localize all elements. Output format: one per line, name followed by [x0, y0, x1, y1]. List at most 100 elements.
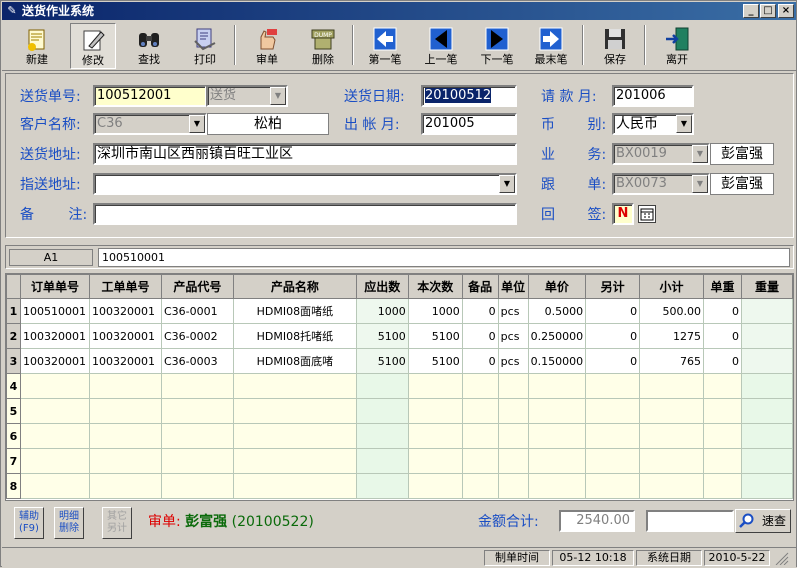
table-row[interactable]: 1 100510001 100320001 C36-0001 HDMI08面啫纸…: [6, 298, 793, 324]
cell-product-name[interactable]: HDMI08面啫纸: [233, 298, 357, 324]
first-record-button[interactable]: 第一笔: [362, 23, 408, 69]
save-button[interactable]: 保存: [592, 23, 638, 69]
request-month-field[interactable]: 201006: [612, 85, 694, 107]
cell-extra[interactable]: 0: [585, 348, 641, 374]
cell-order-no[interactable]: 100320001: [20, 348, 90, 374]
col-header[interactable]: 另计: [585, 274, 641, 299]
address-field[interactable]: 深圳市南山区西丽镇百旺工业区: [93, 143, 517, 165]
col-header[interactable]: 单价: [527, 274, 587, 299]
cell-product-code[interactable]: C36-0003: [161, 348, 234, 374]
calendar-icon[interactable]: [638, 205, 656, 223]
cell-qty[interactable]: 1000: [408, 298, 463, 324]
col-header[interactable]: 订单单号: [19, 274, 90, 299]
chevron-down-icon[interactable]: ▼: [499, 175, 515, 193]
cell-subtotal[interactable]: 500.00: [639, 298, 705, 324]
cell-spare[interactable]: 0: [462, 298, 499, 324]
delete-button[interactable]: DUMP 删除: [300, 23, 346, 69]
cell-work-no[interactable]: 100320001: [89, 323, 162, 349]
other-extra-button[interactable]: 其它另计: [102, 507, 132, 539]
cell-product-name[interactable]: HDMI08托啫纸: [233, 323, 357, 349]
cell-spare[interactable]: 0: [462, 348, 499, 374]
cell-unit-weight[interactable]: 0: [703, 348, 742, 374]
next-record-button[interactable]: 下一笔: [474, 23, 520, 69]
cell-product-name[interactable]: HDMI08面底啫: [233, 348, 357, 374]
table-row[interactable]: 5: [6, 398, 793, 424]
cell-order-no[interactable]: 100320001: [20, 323, 90, 349]
cell-work-no[interactable]: 100320001: [89, 298, 162, 324]
detail-grid[interactable]: 订单单号 工单单号 产品代号 产品名称 应出数 本次数 备品 单位 单价 另计 …: [5, 273, 794, 501]
chevron-down-icon[interactable]: ▼: [692, 145, 708, 163]
delivery-no-field[interactable]: 100512001: [93, 85, 207, 107]
cell-due-qty[interactable]: 1000: [356, 298, 409, 324]
cell-order-no[interactable]: 100510001: [20, 298, 90, 324]
new-button[interactable]: 新建: [14, 23, 60, 69]
table-row[interactable]: 2 100320001 100320001 C36-0002 HDMI08托啫纸…: [6, 323, 793, 349]
col-header[interactable]: 产品代号: [160, 274, 234, 299]
sales-code-select[interactable]: BX0019 ▼: [612, 143, 710, 165]
aux-f9-button[interactable]: 辅助(F9): [14, 507, 44, 539]
col-header[interactable]: 小计: [639, 274, 705, 299]
cell-unit[interactable]: pcs: [498, 348, 529, 374]
table-row[interactable]: 7: [6, 448, 793, 474]
cell-unit[interactable]: pcs: [498, 298, 529, 324]
chevron-down-icon[interactable]: ▼: [270, 87, 286, 105]
cell-price[interactable]: 0.150000: [528, 348, 587, 374]
close-button[interactable]: ×: [778, 4, 794, 18]
quick-search-button[interactable]: 速查: [735, 509, 791, 533]
cell-price[interactable]: 0.5000: [528, 298, 587, 324]
delivery-date-field[interactable]: 20100512: [421, 85, 517, 107]
maximize-button[interactable]: □: [760, 4, 776, 18]
approve-button[interactable]: 审单: [244, 23, 290, 69]
cell-weight[interactable]: [741, 323, 793, 349]
col-header[interactable]: 单位: [497, 274, 529, 299]
last-record-button[interactable]: 最末笔: [528, 23, 574, 69]
chevron-down-icon[interactable]: ▼: [676, 115, 692, 133]
col-header[interactable]: 本次数: [407, 274, 463, 299]
table-row[interactable]: 8: [6, 473, 793, 499]
cell-product-code[interactable]: C36-0002: [161, 323, 234, 349]
cell-work-no[interactable]: 100320001: [89, 348, 162, 374]
prev-record-button[interactable]: 上一笔: [418, 23, 464, 69]
customer-code-select[interactable]: C36 ▼: [93, 113, 207, 135]
cell-weight[interactable]: [741, 298, 793, 324]
cell-due-qty[interactable]: 5100: [356, 323, 409, 349]
table-row[interactable]: 3 100320001 100320001 C36-0003 HDMI08面底啫…: [6, 348, 793, 374]
delivery-type-select[interactable]: 送货 ▼: [206, 85, 288, 107]
table-row[interactable]: 6: [6, 423, 793, 449]
bill-month-field[interactable]: 201005: [421, 113, 517, 135]
cell-extra[interactable]: 0: [585, 323, 641, 349]
cell-unit[interactable]: pcs: [498, 323, 529, 349]
cell-subtotal[interactable]: 765: [639, 348, 705, 374]
chevron-down-icon[interactable]: ▼: [189, 115, 205, 133]
cell-price[interactable]: 0.250000: [528, 323, 587, 349]
dest-address-select[interactable]: ▼: [93, 173, 517, 195]
cell-extra[interactable]: 0: [585, 298, 641, 324]
follow-code-select[interactable]: BX0073 ▼: [612, 173, 710, 195]
chevron-down-icon[interactable]: ▼: [692, 175, 708, 193]
cell-subtotal[interactable]: 1275: [639, 323, 705, 349]
find-button[interactable]: 查找: [126, 23, 172, 69]
col-header[interactable]: 重量: [740, 274, 793, 299]
cell-product-code[interactable]: C36-0001: [161, 298, 234, 324]
col-header[interactable]: 单重: [703, 274, 742, 299]
detail-delete-button[interactable]: 明细删除: [54, 507, 84, 539]
edit-button[interactable]: 修改: [70, 23, 116, 69]
cell-due-qty[interactable]: 5100: [356, 348, 409, 374]
cell-weight[interactable]: [741, 348, 793, 374]
resize-grip-icon[interactable]: [774, 551, 790, 566]
minimize-button[interactable]: _: [743, 4, 759, 18]
cell-spare[interactable]: 0: [462, 323, 499, 349]
cell-value-input[interactable]: 100510001: [98, 248, 790, 267]
print-button[interactable]: 打印: [182, 23, 228, 69]
quick-search-input[interactable]: [646, 510, 734, 532]
cell-qty[interactable]: 5100: [408, 348, 463, 374]
receipt-field[interactable]: N: [612, 203, 634, 225]
cell-unit-weight[interactable]: 0: [703, 323, 742, 349]
cell-unit-weight[interactable]: 0: [703, 298, 742, 324]
cell-qty[interactable]: 5100: [408, 323, 463, 349]
col-header[interactable]: 备品: [461, 274, 499, 299]
table-row[interactable]: 4: [6, 373, 793, 399]
remark-field[interactable]: [93, 203, 517, 225]
col-header[interactable]: 工单单号: [88, 274, 162, 299]
col-header[interactable]: 产品名称: [232, 274, 357, 299]
